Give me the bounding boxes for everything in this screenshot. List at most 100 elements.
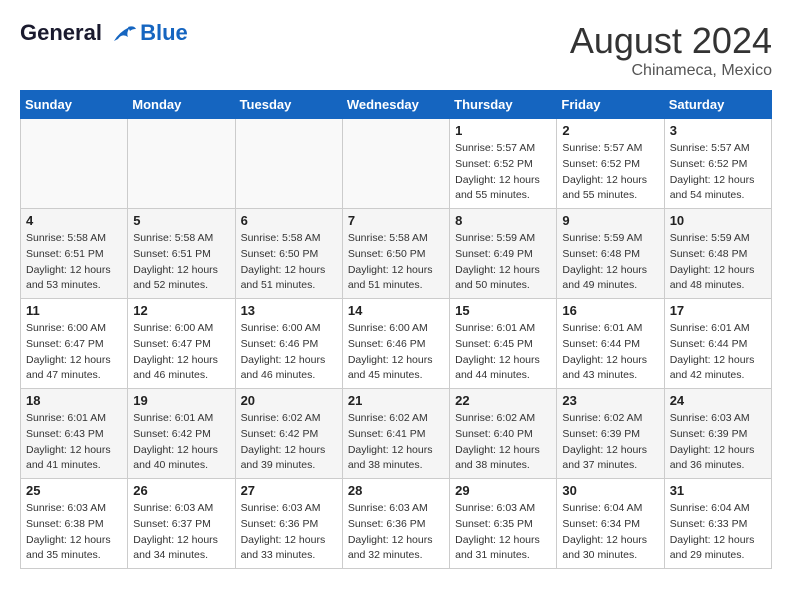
calendar-day-cell: 30Sunrise: 6:04 AMSunset: 6:34 PMDayligh… [557, 479, 664, 569]
day-number: 26 [133, 483, 229, 498]
day-number: 12 [133, 303, 229, 318]
calendar-day-cell: 16 Sunrise: 6:01 AMSunset: 6:44 PMDayligh… [557, 299, 664, 389]
page-header: General Blue August 2024 Chinameca, Mexi… [20, 20, 772, 80]
day-info: Sunrise: 5:57 AMSunset: 6:52 PMDaylight:… [562, 141, 658, 204]
day-number: 28 [348, 483, 444, 498]
calendar-day-cell: 6Sunrise: 5:58 AMSunset: 6:50 PMDaylight… [235, 209, 342, 299]
day-info: Sunrise: 6:01 AMSunset: 6:44 PMDaylight:… [670, 321, 766, 384]
title-area: August 2024 Chinameca, Mexico [570, 20, 772, 80]
day-info: Sunrise: 6:03 AMSunset: 6:35 PMDaylight:… [455, 501, 551, 564]
day-number: 25 [26, 483, 122, 498]
calendar-day-cell: 5Sunrise: 5:58 AMSunset: 6:51 PMDaylight… [128, 209, 235, 299]
day-info: Sunrise: 6:03 AMSunset: 6:39 PMDaylight:… [670, 411, 766, 474]
day-number: 9 [562, 213, 658, 228]
calendar-day-cell: 7Sunrise: 5:58 AMSunset: 6:50 PMDaylight… [342, 209, 449, 299]
day-info: Sunrise: 5:58 AMSunset: 6:51 PMDaylight:… [133, 231, 229, 294]
day-info: Sunrise: 6:00 AMSunset: 6:46 PMDaylight:… [241, 321, 337, 384]
day-number: 4 [26, 213, 122, 228]
calendar-day-cell: 3Sunrise: 5:57 AMSunset: 6:52 PMDaylight… [664, 119, 771, 209]
calendar-day-cell: 28 Sunrise: 6:03 AMSunset: 6:36 PMDayligh… [342, 479, 449, 569]
calendar-day-cell: 31Sunrise: 6:04 AMSunset: 6:33 PMDayligh… [664, 479, 771, 569]
day-number: 24 [670, 393, 766, 408]
calendar-day-cell: 22 Sunrise: 6:02 AMSunset: 6:40 PMDayligh… [450, 389, 557, 479]
day-info: Sunrise: 6:00 AMSunset: 6:47 PMDaylight:… [133, 321, 229, 384]
day-number: 1 [455, 123, 551, 138]
calendar-day-cell: 4 Sunrise: 5:58 AMSunset: 6:51 PMDaylight… [21, 209, 128, 299]
day-number: 13 [241, 303, 337, 318]
calendar-week-row: 1 Sunrise: 5:57 AMSunset: 6:52 PMDaylight… [21, 119, 772, 209]
weekday-header-saturday: Saturday [664, 91, 771, 119]
day-info: Sunrise: 6:03 AMSunset: 6:38 PMDaylight:… [26, 501, 122, 564]
weekday-header-thursday: Thursday [450, 91, 557, 119]
day-info: Sunrise: 6:01 AMSunset: 6:44 PMDaylight:… [562, 321, 658, 384]
calendar-day-cell [21, 119, 128, 209]
calendar-day-cell: 24 Sunrise: 6:03 AMSunset: 6:39 PMDayligh… [664, 389, 771, 479]
day-info: Sunrise: 6:04 AMSunset: 6:33 PMDaylight:… [670, 501, 766, 564]
day-info: Sunrise: 6:02 AMSunset: 6:41 PMDaylight:… [348, 411, 444, 474]
calendar-day-cell: 25 Sunrise: 6:03 AMSunset: 6:38 PMDayligh… [21, 479, 128, 569]
weekday-header-monday: Monday [128, 91, 235, 119]
day-number: 15 [455, 303, 551, 318]
day-info: Sunrise: 6:01 AMSunset: 6:42 PMDaylight:… [133, 411, 229, 474]
day-number: 8 [455, 213, 551, 228]
day-number: 18 [26, 393, 122, 408]
day-info: Sunrise: 6:02 AMSunset: 6:40 PMDaylight:… [455, 411, 551, 474]
logo: General Blue [20, 20, 188, 46]
calendar-day-cell: 14 Sunrise: 6:00 AMSunset: 6:46 PMDayligh… [342, 299, 449, 389]
calendar-header-row: SundayMondayTuesdayWednesdayThursdayFrid… [21, 91, 772, 119]
day-info: Sunrise: 6:03 AMSunset: 6:36 PMDaylight:… [348, 501, 444, 564]
day-info: Sunrise: 6:01 AMSunset: 6:43 PMDaylight:… [26, 411, 122, 474]
calendar-week-row: 25 Sunrise: 6:03 AMSunset: 6:38 PMDayligh… [21, 479, 772, 569]
calendar-day-cell: 13 Sunrise: 6:00 AMSunset: 6:46 PMDayligh… [235, 299, 342, 389]
day-number: 19 [133, 393, 229, 408]
day-info: Sunrise: 5:59 AMSunset: 6:48 PMDaylight:… [670, 231, 766, 294]
calendar-day-cell [235, 119, 342, 209]
calendar-day-cell: 12 Sunrise: 6:00 AMSunset: 6:47 PMDayligh… [128, 299, 235, 389]
calendar-day-cell: 21 Sunrise: 6:02 AMSunset: 6:41 PMDayligh… [342, 389, 449, 479]
day-info: Sunrise: 6:01 AMSunset: 6:45 PMDaylight:… [455, 321, 551, 384]
day-number: 23 [562, 393, 658, 408]
day-info: Sunrise: 5:58 AMSunset: 6:51 PMDaylight:… [26, 231, 122, 294]
weekday-header-wednesday: Wednesday [342, 91, 449, 119]
calendar-week-row: 4 Sunrise: 5:58 AMSunset: 6:51 PMDaylight… [21, 209, 772, 299]
logo-bird-icon [110, 23, 138, 45]
calendar-table: SundayMondayTuesdayWednesdayThursdayFrid… [20, 90, 772, 569]
calendar-day-cell: 20Sunrise: 6:02 AMSunset: 6:42 PMDayligh… [235, 389, 342, 479]
calendar-week-row: 18 Sunrise: 6:01 AMSunset: 6:43 PMDayligh… [21, 389, 772, 479]
calendar-day-cell: 1Sunrise: 5:57 AMSunset: 6:52 PMDaylight… [450, 119, 557, 209]
calendar-week-row: 11Sunrise: 6:00 AMSunset: 6:47 PMDayligh… [21, 299, 772, 389]
subtitle: Chinameca, Mexico [570, 62, 772, 80]
day-number: 29 [455, 483, 551, 498]
day-number: 16 [562, 303, 658, 318]
calendar-day-cell: 15 Sunrise: 6:01 AMSunset: 6:45 PMDayligh… [450, 299, 557, 389]
calendar-day-cell: 9 Sunrise: 5:59 AMSunset: 6:48 PMDaylight… [557, 209, 664, 299]
day-number: 27 [241, 483, 337, 498]
day-number: 20 [241, 393, 337, 408]
calendar-day-cell: 26Sunrise: 6:03 AMSunset: 6:37 PMDayligh… [128, 479, 235, 569]
main-title: August 2024 [570, 20, 772, 62]
calendar-day-cell: 11Sunrise: 6:00 AMSunset: 6:47 PMDayligh… [21, 299, 128, 389]
day-number: 17 [670, 303, 766, 318]
day-info: Sunrise: 5:59 AMSunset: 6:48 PMDaylight:… [562, 231, 658, 294]
calendar-day-cell [342, 119, 449, 209]
day-number: 21 [348, 393, 444, 408]
day-info: Sunrise: 5:59 AMSunset: 6:49 PMDaylight:… [455, 231, 551, 294]
day-number: 6 [241, 213, 337, 228]
calendar-day-cell: 23 Sunrise: 6:02 AMSunset: 6:39 PMDayligh… [557, 389, 664, 479]
day-number: 2 [562, 123, 658, 138]
day-number: 22 [455, 393, 551, 408]
calendar-day-cell: 19 Sunrise: 6:01 AMSunset: 6:42 PMDayligh… [128, 389, 235, 479]
day-number: 7 [348, 213, 444, 228]
logo-text-general: General [20, 20, 102, 45]
day-number: 10 [670, 213, 766, 228]
calendar-day-cell: 10 Sunrise: 5:59 AMSunset: 6:48 PMDayligh… [664, 209, 771, 299]
weekday-header-friday: Friday [557, 91, 664, 119]
day-info: Sunrise: 6:02 AMSunset: 6:39 PMDaylight:… [562, 411, 658, 474]
day-info: Sunrise: 6:00 AMSunset: 6:46 PMDaylight:… [348, 321, 444, 384]
calendar-day-cell: 18 Sunrise: 6:01 AMSunset: 6:43 PMDayligh… [21, 389, 128, 479]
day-info: Sunrise: 6:03 AMSunset: 6:36 PMDaylight:… [241, 501, 337, 564]
weekday-header-tuesday: Tuesday [235, 91, 342, 119]
day-number: 14 [348, 303, 444, 318]
calendar-day-cell: 29 Sunrise: 6:03 AMSunset: 6:35 PMDayligh… [450, 479, 557, 569]
day-number: 30 [562, 483, 658, 498]
